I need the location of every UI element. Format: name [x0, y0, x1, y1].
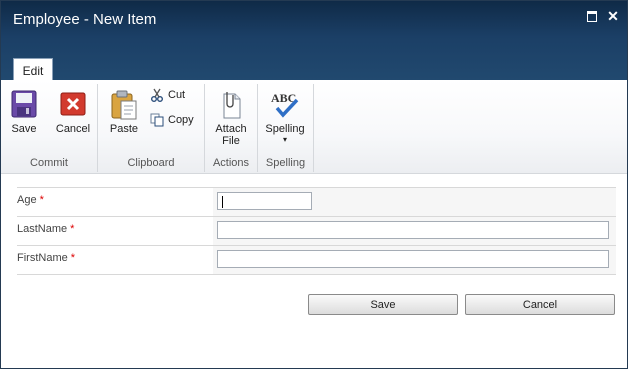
cancel-button[interactable]: Cancel — [53, 90, 93, 135]
scissors-icon — [151, 88, 163, 102]
form-row-firstname: FirstName * — [17, 246, 616, 275]
age-input[interactable] — [217, 192, 312, 210]
group-label-spelling: Spelling — [265, 157, 306, 169]
field-label-firstname: FirstName * — [17, 252, 76, 264]
field-label-lastname: LastName * — [17, 223, 75, 235]
tab-edit[interactable]: Edit — [13, 58, 53, 81]
paste-button-label: Paste — [109, 123, 139, 135]
cancel-icon — [60, 92, 86, 116]
cut-button[interactable]: Cut — [150, 88, 185, 102]
copy-button[interactable]: Copy — [150, 113, 194, 127]
text-cursor — [222, 196, 223, 208]
dialog-title: Employee - New Item — [13, 11, 157, 28]
attach-label-line1: Attach — [215, 123, 247, 135]
new-item-dialog: Employee - New Item ✕ Edit Save Cancel C… — [0, 0, 628, 369]
clipboard-paste-icon — [111, 90, 137, 120]
paste-button[interactable]: Paste — [108, 90, 140, 135]
required-marker: * — [39, 194, 44, 206]
floppy-disk-icon — [11, 90, 37, 118]
field-cell-firstname — [213, 246, 616, 274]
attach-label-line2: File — [222, 135, 240, 147]
spelling-button[interactable]: ABC Spelling ▾ — [262, 90, 308, 144]
close-icon[interactable]: ✕ — [606, 9, 620, 23]
ribbon-group-clipboard: Paste Cut Copy Clipboard — [98, 84, 205, 172]
lastname-input[interactable] — [217, 221, 609, 239]
copy-button-label: Copy — [168, 114, 194, 126]
copy-icon — [150, 113, 164, 127]
cancel-button-label: Cancel — [55, 123, 91, 135]
ribbon-group-commit: Save Cancel Commit — [1, 84, 98, 172]
maximize-icon[interactable] — [585, 9, 599, 23]
save-button-label: Save — [11, 123, 37, 135]
attach-file-button[interactable]: Attach File — [211, 90, 251, 147]
dropdown-arrow-icon: ▾ — [282, 135, 287, 144]
required-marker: * — [70, 223, 75, 235]
field-label-age: Age * — [17, 194, 44, 206]
group-label-commit: Commit — [30, 157, 68, 169]
ribbon-group-spelling: ABC Spelling ▾ Spelling — [258, 84, 314, 172]
ribbon-group-actions: Attach File Actions — [205, 84, 258, 172]
firstname-input[interactable] — [217, 250, 609, 268]
group-label-actions: Actions — [212, 157, 250, 169]
cut-button-label: Cut — [168, 89, 186, 101]
form-cancel-button[interactable]: Cancel — [465, 294, 615, 315]
form-row-age: Age * — [17, 187, 616, 217]
spell-check-icon: ABC — [271, 91, 299, 118]
attachment-icon — [223, 92, 241, 119]
field-cell-lastname — [213, 217, 616, 245]
form-row-lastname: LastName * — [17, 217, 616, 246]
save-button[interactable]: Save — [9, 90, 39, 135]
required-marker: * — [70, 252, 76, 264]
form-save-button[interactable]: Save — [308, 294, 458, 315]
spelling-button-label: Spelling — [265, 123, 305, 135]
title-bar: Employee - New Item ✕ Edit — [1, 1, 627, 81]
group-label-clipboard: Clipboard — [127, 157, 175, 169]
ribbon: Save Cancel Commit Paste Cut Copy Clipbo… — [1, 80, 627, 174]
item-form: Age * LastName * FirstName * — [17, 187, 616, 275]
field-cell-age — [213, 188, 616, 216]
